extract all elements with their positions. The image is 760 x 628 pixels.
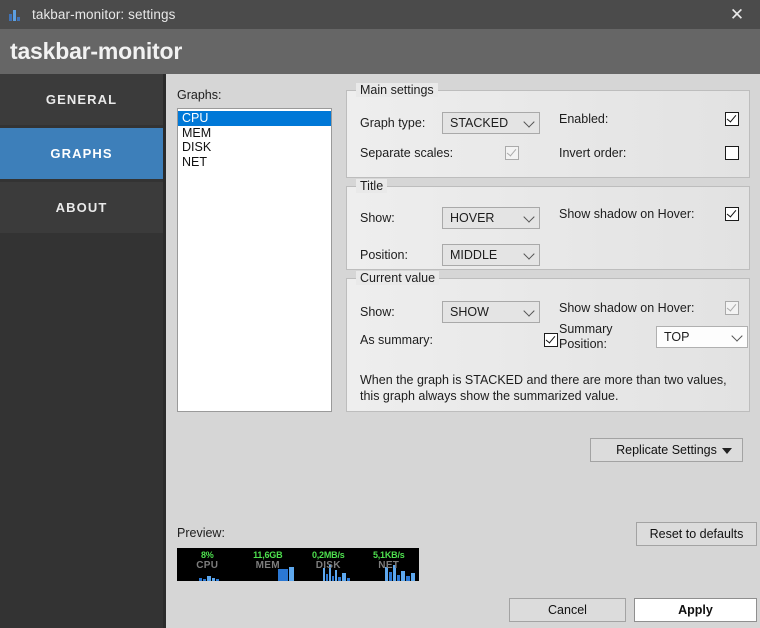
current-shadow-label: Show shadow on Hover:: [559, 301, 695, 315]
preview-cell-cpu: 8% CPU: [177, 548, 238, 581]
window-title: takbar-monitor: settings: [32, 7, 176, 22]
title-shadow-checkbox[interactable]: [725, 207, 739, 221]
title-position-value: MIDDLE: [450, 248, 498, 262]
as-summary-checkbox[interactable]: [544, 333, 558, 347]
chevron-down-icon: [523, 248, 535, 260]
graph-type-value: STACKED: [450, 116, 509, 130]
preview-graph: 8% CPU 11,6GB MEM 0,2MB/s DISK 5,1KB/s N…: [177, 548, 419, 581]
preview-mem-name: MEM: [255, 560, 280, 571]
summary-position-label: Summary Position:: [559, 322, 613, 351]
replicate-settings-button[interactable]: Replicate Settings: [590, 438, 743, 462]
main-settings-group: Main settings Graph type: STACKED Separa…: [346, 83, 750, 178]
preview-label: Preview:: [177, 526, 225, 540]
preview-cell-disk: 0,2MB/s DISK: [298, 548, 359, 581]
caret-down-icon: [722, 448, 732, 454]
preview-disk-value: 0,2MB/s: [311, 550, 345, 560]
replicate-settings-label: Replicate Settings: [616, 443, 717, 457]
current-value-group: Current value Show: SHOW Show shadow on …: [346, 271, 750, 412]
graphs-list-label: Graphs:: [177, 88, 222, 102]
title-position-label: Position:: [360, 248, 408, 262]
current-value-note: When the graph is STACKED and there are …: [360, 373, 727, 403]
preview-cpu-value: 8%: [200, 550, 214, 560]
current-show-select[interactable]: SHOW: [442, 301, 540, 323]
title-settings-group: Title Show: HOVER Position: MIDDLE Show …: [346, 179, 750, 270]
title-show-label: Show:: [360, 211, 395, 225]
chevron-down-icon: [523, 116, 535, 128]
settings-window: takbar-monitor: settings ✕ taskbar-monit…: [0, 0, 760, 628]
sidebar-item-about[interactable]: ABOUT: [0, 182, 163, 233]
reset-to-defaults-button[interactable]: Reset to defaults: [636, 522, 757, 546]
separate-scales-checkbox: [505, 146, 519, 160]
apply-button[interactable]: Apply: [634, 598, 757, 622]
preview-cpu-name: CPU: [196, 560, 219, 571]
bar-chart-icon: [9, 8, 23, 22]
preview-mem-value: 11,6GB: [253, 550, 283, 560]
preview-cell-net: 5,1KB/s NET: [359, 548, 420, 581]
chevron-down-icon: [523, 211, 535, 223]
sidebar-item-general[interactable]: GENERAL: [0, 74, 163, 125]
close-icon[interactable]: ✕: [714, 0, 760, 29]
invert-order-label: Invert order:: [559, 146, 627, 160]
list-item-disk[interactable]: DISK: [178, 140, 331, 155]
cancel-button[interactable]: Cancel: [509, 598, 626, 622]
title-show-select[interactable]: HOVER: [442, 207, 540, 229]
preview-disk-name: DISK: [315, 560, 341, 571]
chevron-down-icon: [523, 305, 535, 317]
graphs-list[interactable]: CPU MEM DISK NET: [177, 108, 332, 412]
sidebar-item-graphs[interactable]: GRAPHS: [0, 128, 163, 179]
title-bar: takbar-monitor: settings ✕: [0, 0, 760, 29]
main-settings-title: Main settings: [356, 83, 438, 97]
sidebar: GENERAL GRAPHS ABOUT: [0, 74, 163, 628]
current-value-title: Current value: [356, 271, 440, 285]
list-item-cpu[interactable]: CPU: [178, 111, 331, 126]
content-pane: Graphs: CPU MEM DISK NET Main settings G…: [166, 74, 760, 628]
current-show-label: Show:: [360, 305, 395, 319]
preview-net-value: 5,1KB/s: [372, 550, 405, 560]
title-show-value: HOVER: [450, 211, 495, 225]
current-shadow-checkbox: [725, 301, 739, 315]
summary-position-select[interactable]: TOP: [656, 326, 748, 348]
graph-type-label: Graph type:: [360, 116, 426, 130]
separate-scales-label: Separate scales:: [360, 146, 454, 160]
graph-type-select[interactable]: STACKED: [442, 112, 540, 134]
enabled-checkbox[interactable]: [725, 112, 739, 126]
chevron-down-icon: [731, 330, 743, 342]
current-show-value: SHOW: [450, 305, 489, 319]
summary-position-value: TOP: [664, 330, 690, 344]
title-position-select[interactable]: MIDDLE: [442, 244, 540, 266]
invert-order-checkbox[interactable]: [725, 146, 739, 160]
title-settings-title: Title: [356, 179, 388, 193]
enabled-label: Enabled:: [559, 112, 609, 126]
title-shadow-label: Show shadow on Hover:: [559, 207, 695, 221]
list-item-mem[interactable]: MEM: [178, 126, 331, 141]
app-header: taskbar-monitor: [0, 29, 760, 74]
page-title: taskbar-monitor: [10, 38, 183, 64]
preview-cell-mem: 11,6GB MEM: [238, 548, 299, 581]
list-item-net[interactable]: NET: [178, 155, 331, 170]
preview-net-name: NET: [378, 560, 400, 571]
as-summary-label: As summary:: [360, 333, 433, 347]
